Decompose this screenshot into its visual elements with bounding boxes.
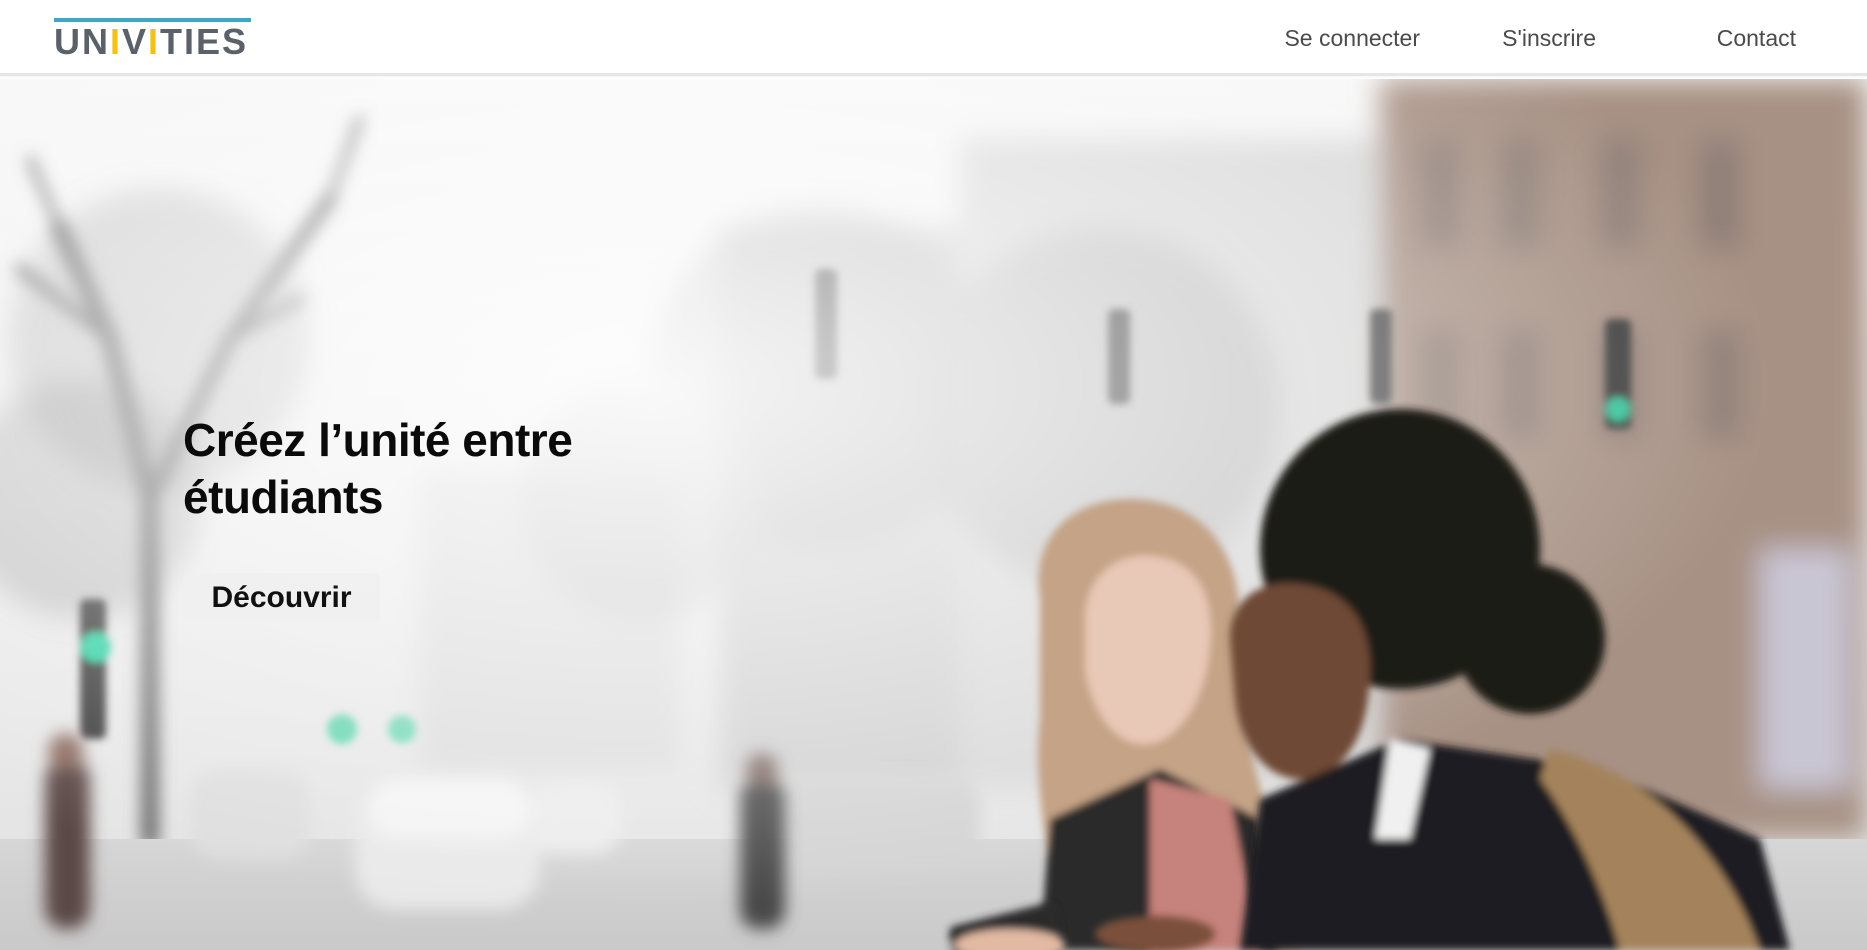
hero-section: Créez l’unité entre étudiants Découvrir	[0, 79, 1867, 950]
nav-contact-link[interactable]: Contact	[1717, 25, 1796, 52]
hero-title-line2: étudiants	[183, 471, 383, 523]
nav-signup-link[interactable]: S'inscrire	[1502, 25, 1596, 52]
nav-login-link[interactable]: Se connecter	[1284, 25, 1420, 52]
logo-wordmark: UNIVITIES	[54, 21, 249, 62]
hero-title-line1: Créez l’unité entre	[183, 414, 573, 466]
univities-logo[interactable]: UNIVITIES	[54, 18, 251, 62]
discover-button[interactable]: Découvrir	[183, 573, 380, 622]
site-header: UNIVITIES Se connecter S'inscrire Contac…	[0, 0, 1867, 76]
hero-title: Créez l’unité entre étudiants	[183, 412, 703, 526]
